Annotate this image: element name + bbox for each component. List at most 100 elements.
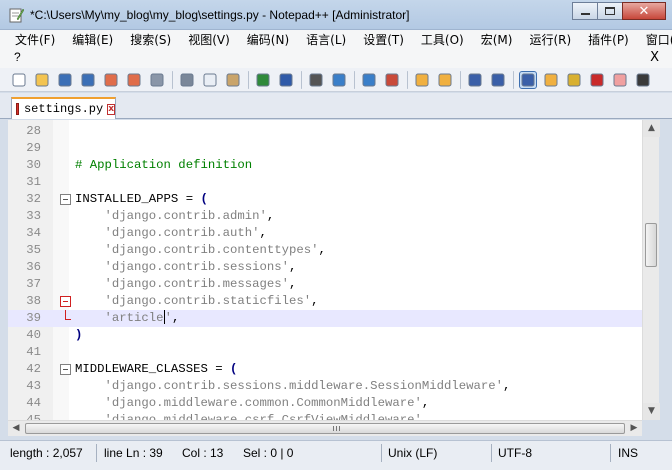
close-all-icon[interactable]	[126, 72, 142, 88]
code-line[interactable]: 28	[8, 123, 642, 140]
record-macro-icon[interactable]	[589, 72, 605, 88]
find-icon[interactable]	[308, 72, 324, 88]
menu-item[interactable]: 视图(V)	[188, 31, 230, 48]
zoom-out-icon[interactable]	[384, 72, 400, 88]
scroll-right-arrow-icon[interactable]: ▶	[626, 421, 642, 437]
new-file-icon[interactable]	[11, 72, 27, 88]
code-line[interactable]: 30 # Application definition	[8, 157, 642, 174]
fold-toggle-icon[interactable]	[60, 296, 71, 307]
menu-item[interactable]: 搜索(S)	[130, 31, 171, 48]
code-line[interactable]: 33 'django.contrib.admin',	[8, 208, 642, 225]
line-number: 36	[26, 260, 41, 274]
status-col: Col : 13	[182, 446, 224, 460]
code-line[interactable]: 31	[8, 174, 642, 191]
function-list-icon[interactable]	[566, 72, 582, 88]
code-line[interactable]: 41	[8, 344, 642, 361]
vertical-scroll-thumb[interactable]	[645, 223, 657, 267]
close-document-button[interactable]: X	[650, 50, 659, 65]
cut-icon[interactable]	[179, 72, 195, 88]
fold-toggle-icon[interactable]	[60, 194, 71, 205]
redo-icon[interactable]	[278, 72, 294, 88]
code-line[interactable]: 38 'django.contrib.staticfiles',	[8, 293, 642, 310]
code-text: 'django.contrib.contenttypes',	[75, 242, 326, 259]
code-editor[interactable]: 28 29 30 # Application definition 31 32 INSTAL…	[8, 120, 642, 420]
code-line[interactable]: 36 'django.contrib.sessions',	[8, 259, 642, 276]
code-line[interactable]: 29	[8, 140, 642, 157]
tab-settings-py[interactable]: settings.py x	[11, 97, 116, 119]
scroll-down-arrow-icon[interactable]: ▼	[643, 403, 660, 420]
identifier: MIDDLEWARE_CLASSES =	[75, 362, 230, 376]
identifier: INSTALLED_APPS =	[75, 192, 201, 206]
menu-item[interactable]: 编码(N)	[247, 31, 289, 48]
code-text: MIDDLEWARE_CLASSES = (	[75, 361, 237, 378]
status-eol[interactable]: Unix (LF)	[388, 446, 437, 460]
string-literal: 'django.contrib.auth'	[104, 226, 260, 240]
string-literal: 'article	[104, 311, 164, 325]
indent-guide-icon[interactable]	[519, 70, 537, 89]
menu-item[interactable]: 工具(O)	[421, 31, 464, 48]
minimize-button[interactable]	[572, 2, 598, 20]
menu-item[interactable]: 编辑(E)	[72, 31, 113, 48]
code-line[interactable]: 45 'django.middleware.csrf.CsrfViewMiddl…	[8, 412, 642, 420]
menu-item[interactable]: 语言(L)	[306, 31, 346, 48]
sync-horizontal-icon[interactable]	[437, 72, 453, 88]
print-icon[interactable]	[149, 72, 165, 88]
toolbar-separator	[354, 70, 355, 89]
code-line[interactable]: 43 'django.contrib.sessions.middleware.S…	[8, 378, 642, 395]
sync-vertical-icon[interactable]	[414, 72, 430, 88]
close-icon[interactable]	[103, 72, 119, 88]
open-file-icon[interactable]	[34, 72, 50, 88]
close-icon: ✕	[638, 3, 650, 19]
menu-item-help[interactable]: ?	[14, 50, 21, 64]
code-line[interactable]: 44 'django.middleware.common.CommonMiddl…	[8, 395, 642, 412]
string-literal: 'django.contrib.staticfiles'	[104, 294, 312, 308]
code-line[interactable]: 39 'article',	[8, 310, 642, 327]
paste-icon[interactable]	[225, 72, 241, 88]
close-window-button[interactable]: ✕	[622, 2, 666, 20]
undo-icon[interactable]	[255, 72, 271, 88]
folder-icon[interactable]	[612, 72, 628, 88]
punctuation: ,	[266, 209, 275, 223]
doc-map-icon[interactable]	[543, 72, 559, 88]
vertical-scrollbar[interactable]: ▲ ▼	[642, 120, 660, 420]
code-line[interactable]: 37 'django.contrib.messages',	[8, 276, 642, 293]
code-line[interactable]: 40)	[8, 327, 642, 344]
code-line[interactable]: 42 MIDDLEWARE_CLASSES = (	[8, 361, 642, 378]
notepad-plus-plus-icon	[9, 8, 24, 23]
menu-item[interactable]: 宏(M)	[481, 31, 513, 48]
replace-icon[interactable]	[331, 72, 347, 88]
copy-icon[interactable]	[202, 72, 218, 88]
code-text: )	[75, 327, 82, 344]
code-line[interactable]: 34 'django.contrib.auth',	[8, 225, 642, 242]
fold-toggle-icon[interactable]	[60, 364, 71, 375]
line-number: 44	[26, 396, 41, 410]
line-number: 28	[26, 124, 41, 138]
save-all-icon[interactable]	[80, 72, 96, 88]
menu-item[interactable]: 运行(R)	[529, 31, 571, 48]
menu-item[interactable]: 文件(F)	[15, 31, 55, 48]
scroll-up-arrow-icon[interactable]: ▲	[643, 120, 660, 137]
tab-close-button[interactable]: x	[107, 103, 115, 115]
code-text: 'django.contrib.sessions.middleware.Sess…	[75, 378, 511, 395]
code-line[interactable]: 32 INSTALLED_APPS = (	[8, 191, 642, 208]
toolbar-separator	[248, 70, 249, 89]
line-number: 35	[26, 243, 41, 257]
fold-end-marker	[65, 319, 71, 320]
menu-item[interactable]: 插件(P)	[588, 31, 629, 48]
menu-item[interactable]: 设置(T)	[363, 31, 404, 48]
run-macro-icon[interactable]	[635, 72, 651, 88]
zoom-in-icon[interactable]	[361, 72, 377, 88]
horizontal-scrollbar[interactable]: ◀ ▶	[8, 420, 642, 436]
show-all-chars-icon[interactable]	[490, 72, 506, 88]
code-line[interactable]: 35 'django.contrib.contenttypes',	[8, 242, 642, 259]
scroll-left-arrow-icon[interactable]: ◀	[8, 421, 24, 437]
save-icon[interactable]	[57, 72, 73, 88]
word-wrap-icon[interactable]	[467, 72, 483, 88]
maximize-button[interactable]	[597, 2, 623, 20]
status-encoding[interactable]: UTF-8	[498, 446, 532, 460]
menu-item[interactable]: 窗口(W)	[646, 31, 672, 48]
horizontal-scroll-thumb[interactable]	[25, 423, 625, 434]
